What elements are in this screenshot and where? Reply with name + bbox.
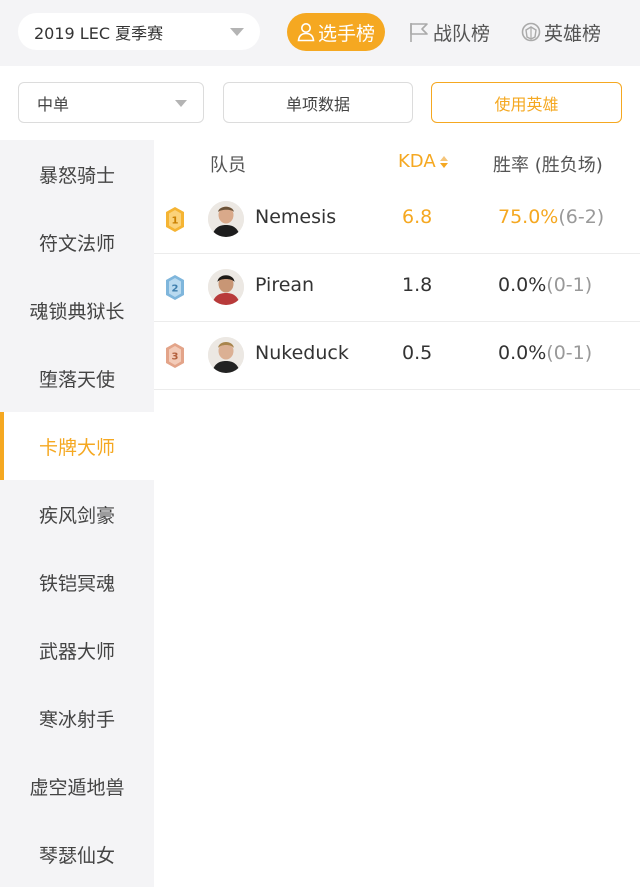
avatar	[208, 337, 244, 373]
column-header-kda[interactable]: KDA	[398, 151, 448, 172]
sidebar-item-hero[interactable]: 琴瑟仙女	[0, 820, 154, 887]
single-stats-label: 单项数据	[285, 94, 350, 114]
sidebar-item-label: 魂锁典狱长	[29, 300, 125, 323]
sidebar-item-label: 虚空遁地兽	[29, 776, 125, 799]
champion-helmet-icon	[521, 22, 541, 42]
chevron-down-icon	[175, 100, 187, 107]
player-name: Pirean	[255, 274, 315, 296]
filter-bar: 中单 单项数据 使用英雄	[0, 66, 640, 140]
rank-3-badge-icon: 3	[166, 343, 184, 368]
player-win-rate: 75.0%(6-2)	[498, 206, 604, 228]
table-row[interactable]: 3 Nukeduck 0.5 0.0%(0-1)	[154, 322, 640, 390]
table-header: 队员 KDA 胜率 (胜负场)	[154, 140, 640, 186]
column-header-player: 队员	[210, 155, 246, 176]
sidebar-item-label: 琴瑟仙女	[38, 844, 115, 867]
flag-icon	[410, 23, 428, 42]
sort-icon	[439, 155, 448, 169]
season-label: 2019 LEC 夏季赛	[34, 23, 164, 43]
sidebar-item-hero[interactable]: 暴怒骑士	[0, 140, 154, 208]
player-name: Nemesis	[255, 206, 337, 228]
sidebar-item-label: 武器大师	[38, 640, 115, 663]
player-kda: 1.8	[402, 274, 433, 296]
sidebar-item-hero-selected[interactable]: 卡牌大师	[0, 412, 154, 480]
season-dropdown[interactable]: 2019 LEC 夏季赛	[18, 13, 260, 50]
single-stats-button[interactable]: 单项数据	[223, 82, 413, 123]
tab-hero-ranking[interactable]: 英雄榜	[521, 13, 601, 51]
player-ranking-table: 队员 KDA 胜率 (胜负场) 1 Nemesis 6.8 75.0%(6-2)	[154, 140, 640, 390]
hero-sidebar: 暴怒骑士 符文法师 魂锁典狱长 堕落天使 卡牌大师 疾风剑豪 铁铠冥魂 武器大师…	[0, 140, 154, 887]
avatar	[208, 201, 244, 237]
sidebar-item-label: 符文法师	[38, 232, 115, 255]
position-label: 中单	[37, 94, 70, 114]
tab-label: 选手榜	[318, 22, 376, 45]
sidebar-item-label: 铁铠冥魂	[38, 572, 115, 595]
sidebar-item-hero[interactable]: 魂锁典狱长	[0, 276, 154, 344]
rank-2-badge-icon: 2	[166, 275, 184, 300]
sidebar-item-hero[interactable]: 虚空遁地兽	[0, 752, 154, 820]
sidebar-item-label: 堕落天使	[38, 368, 115, 391]
player-name: Nukeduck	[255, 342, 349, 364]
win-loss-record: (6-2)	[558, 206, 605, 228]
tab-team-ranking[interactable]: 战队榜	[408, 13, 490, 51]
win-rate-value: 75.0%	[498, 206, 559, 228]
sidebar-item-hero[interactable]: 铁铠冥魂	[0, 548, 154, 616]
sidebar-item-hero[interactable]: 寒冰射手	[0, 684, 154, 752]
sidebar-item-label: 疾风剑豪	[38, 504, 115, 527]
avatar	[208, 269, 244, 305]
chevron-down-icon	[230, 28, 244, 36]
tab-label: 英雄榜	[544, 22, 602, 45]
column-header-win-rate: 胜率 (胜负场)	[493, 155, 603, 176]
player-win-rate: 0.0%(0-1)	[498, 342, 592, 364]
top-header: 2019 LEC 夏季赛 选手榜 战队榜 英雄榜	[0, 0, 640, 66]
rank-1-badge-icon: 1	[166, 207, 184, 232]
position-dropdown[interactable]: 中单	[18, 82, 204, 123]
kda-header-label: KDA	[398, 151, 436, 172]
sidebar-item-hero[interactable]: 符文法师	[0, 208, 154, 276]
player-kda: 0.5	[402, 342, 433, 364]
use-hero-label: 使用英雄	[494, 94, 559, 114]
win-rate-value: 0.0%	[498, 274, 547, 296]
player-win-rate: 0.0%(0-1)	[498, 274, 592, 296]
sidebar-item-label: 暴怒骑士	[38, 164, 115, 187]
tab-label: 战队榜	[433, 22, 491, 45]
table-row[interactable]: 1 Nemesis 6.8 75.0%(6-2)	[154, 186, 640, 254]
rank-number: 2	[172, 284, 179, 295]
win-loss-record: (0-1)	[546, 342, 593, 364]
win-loss-record: (0-1)	[546, 274, 593, 296]
player-kda: 6.8	[402, 206, 433, 228]
sidebar-item-hero[interactable]: 疾风剑豪	[0, 480, 154, 548]
rank-number: 1	[172, 216, 179, 227]
sidebar-item-hero[interactable]: 武器大师	[0, 616, 154, 684]
use-hero-button[interactable]: 使用英雄	[431, 82, 622, 123]
sidebar-item-label: 寒冰射手	[38, 708, 115, 731]
rank-number: 3	[172, 352, 179, 363]
tab-player-ranking[interactable]: 选手榜	[287, 13, 386, 51]
table-row[interactable]: 2 Pirean 1.8 0.0%(0-1)	[154, 254, 640, 322]
person-icon	[297, 23, 315, 42]
win-rate-value: 0.0%	[498, 342, 547, 364]
sidebar-item-hero[interactable]: 堕落天使	[0, 344, 154, 412]
sidebar-item-label: 卡牌大师	[38, 436, 115, 459]
